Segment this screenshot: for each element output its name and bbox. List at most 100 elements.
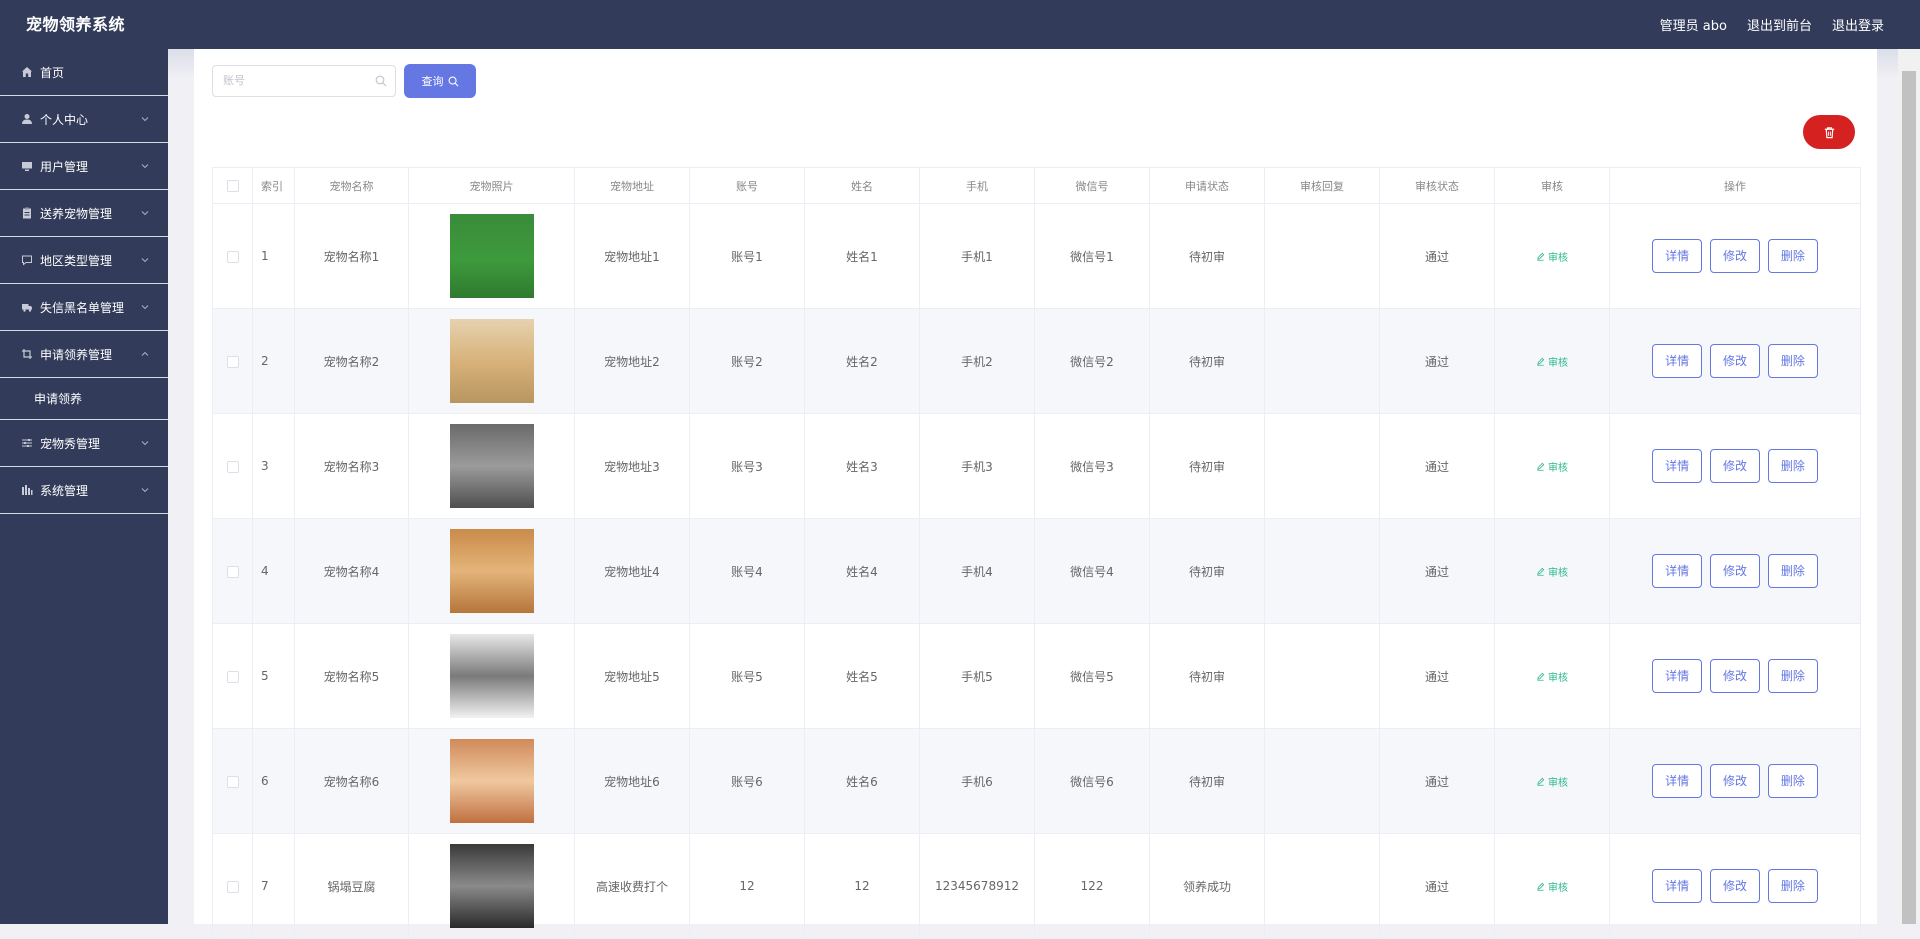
edit-button[interactable]: 修改 (1710, 239, 1760, 273)
column-header: 手机 (919, 167, 1035, 204)
row-select-cell (212, 623, 253, 729)
select-all-checkbox[interactable] (226, 180, 239, 192)
detail-button[interactable]: 详情 (1652, 449, 1703, 483)
pet-address-cell: 宠物地址2 (574, 308, 690, 414)
sidebar-item-blacklist[interactable]: 失信黑名单管理 (0, 284, 168, 331)
review-status-cell: 通过 (1379, 308, 1495, 414)
row-checkbox[interactable] (226, 460, 239, 473)
audit-link[interactable]: 审核 (1536, 459, 1568, 474)
account-search-field (212, 65, 396, 97)
sidebar-item-adoption[interactable]: 申请领养管理 (0, 331, 168, 378)
table-row: 7 锅塌豆腐 高速收费打个 12 12 12345678912 122 领养成功… (212, 833, 1861, 939)
sidebar-subitem-label: 申请领养 (34, 392, 83, 406)
edit-button[interactable]: 修改 (1710, 764, 1760, 798)
batch-delete-button[interactable] (1803, 115, 1855, 149)
delete-button[interactable]: 删除 (1767, 659, 1818, 693)
row-checkbox[interactable] (226, 670, 239, 683)
detail-button[interactable]: 详情 (1652, 554, 1703, 588)
sidebar-item-region[interactable]: 地区类型管理 (0, 237, 168, 284)
table-row: 6 宠物名称6 宠物地址6 账号6 姓名6 手机6 微信号6 待初审 通过 审核… (212, 728, 1861, 834)
sidebar-item-profile[interactable]: 个人中心 (0, 96, 168, 143)
apply-status-cell: 待初审 (1149, 623, 1265, 729)
sidebar-item-label: 失信黑名单管理 (40, 300, 125, 315)
detail-button[interactable]: 详情 (1652, 659, 1703, 693)
table-header-row: 索引 宠物名称 宠物照片 宠物地址 账号 姓名 手机 微信号 申请状态 审核回复… (212, 167, 1861, 204)
sidebar-item-users[interactable]: 用户管理 (0, 143, 168, 190)
audit-link-label: 审核 (1548, 567, 1568, 579)
row-checkbox[interactable] (226, 565, 239, 578)
vertical-scrollbar[interactable] (1898, 49, 1920, 924)
column-header: 操作 (1609, 167, 1861, 204)
adoption-table: 索引 宠物名称 宠物照片 宠物地址 账号 姓名 手机 微信号 申请状态 审核回复… (212, 167, 1861, 939)
audit-link[interactable]: 审核 (1536, 249, 1568, 264)
sidebar-item-system[interactable]: 系统管理 (0, 467, 168, 514)
name-cell: 姓名3 (804, 413, 920, 519)
detail-button[interactable]: 详情 (1652, 344, 1703, 378)
wechat-cell: 微信号2 (1034, 308, 1150, 414)
query-button[interactable]: 查询 (404, 64, 476, 98)
pet-photo-cell (408, 623, 575, 729)
sidebar-item-home[interactable]: 首页 (0, 49, 168, 96)
sidebar-item-pet-show[interactable]: 宠物秀管理 (0, 420, 168, 467)
exit-to-front-link[interactable]: 退出到前台 (1747, 15, 1812, 34)
pet-name-cell: 锅塌豆腐 (294, 833, 409, 939)
review-reply-cell (1264, 413, 1380, 519)
edit-button[interactable]: 修改 (1710, 344, 1760, 378)
actions-cell: 详情 修改 删除 (1609, 308, 1861, 414)
pet-photo (449, 424, 534, 508)
edit-button[interactable]: 修改 (1710, 449, 1760, 483)
pet-name-cell: 宠物名称4 (294, 518, 409, 624)
delete-button[interactable]: 删除 (1767, 344, 1818, 378)
phone-cell: 手机6 (919, 728, 1035, 834)
audit-link[interactable]: 审核 (1536, 669, 1568, 684)
pet-photo (449, 634, 534, 718)
edit-button[interactable]: 修改 (1710, 659, 1760, 693)
sidebar-subitem-apply-adoption[interactable]: 申请领养 (0, 378, 168, 420)
scrollbar-thumb[interactable] (1902, 71, 1916, 924)
audit-link[interactable]: 审核 (1536, 774, 1568, 789)
audit-link[interactable]: 审核 (1536, 564, 1568, 579)
actions-cell: 详情 修改 删除 (1609, 623, 1861, 729)
chevron-down-icon (141, 117, 149, 122)
chevron-down-icon (141, 488, 149, 493)
row-checkbox[interactable] (226, 880, 239, 893)
index-cell: 6 (252, 728, 295, 834)
apply-status-cell: 领养成功 (1149, 833, 1265, 939)
detail-button[interactable]: 详情 (1652, 764, 1703, 798)
delete-button[interactable]: 删除 (1767, 449, 1818, 483)
audit-link[interactable]: 审核 (1536, 879, 1568, 894)
index-cell: 4 (252, 518, 295, 624)
column-header: 宠物地址 (574, 167, 690, 204)
delete-button[interactable]: 删除 (1767, 764, 1818, 798)
content-card: 查询 索引 宠物名称 宠物照片 宠物地址 账号 姓名 (194, 49, 1877, 939)
wechat-cell: 微信号3 (1034, 413, 1150, 519)
review-reply-cell (1264, 623, 1380, 729)
detail-button[interactable]: 详情 (1652, 239, 1703, 273)
apply-status-cell: 待初审 (1149, 308, 1265, 414)
pet-address-cell: 宠物地址3 (574, 413, 690, 519)
row-checkbox[interactable] (226, 250, 239, 263)
sidebar-item-pet-rehome[interactable]: 送养宠物管理 (0, 190, 168, 237)
edit-button[interactable]: 修改 (1710, 869, 1760, 903)
delete-button[interactable]: 删除 (1767, 239, 1818, 273)
row-checkbox[interactable] (226, 775, 239, 788)
row-checkbox[interactable] (226, 355, 239, 368)
detail-button[interactable]: 详情 (1652, 869, 1703, 903)
audit-link[interactable]: 审核 (1536, 354, 1568, 369)
audit-cell: 审核 (1494, 413, 1610, 519)
table-row: 3 宠物名称3 宠物地址3 账号3 姓名3 手机3 微信号3 待初审 通过 审核… (212, 413, 1861, 519)
edit-button[interactable]: 修改 (1710, 554, 1760, 588)
pet-photo-cell (408, 728, 575, 834)
delete-button[interactable]: 删除 (1767, 869, 1818, 903)
audit-link-label: 审核 (1548, 357, 1568, 369)
logout-link[interactable]: 退出登录 (1832, 15, 1884, 34)
name-cell: 12 (804, 833, 920, 939)
pet-photo (449, 739, 534, 823)
pet-photo-cell (408, 308, 575, 414)
phone-cell: 手机3 (919, 413, 1035, 519)
delete-button[interactable]: 删除 (1767, 554, 1818, 588)
actions-cell: 详情 修改 删除 (1609, 518, 1861, 624)
review-reply-cell (1264, 203, 1380, 309)
account-search-input[interactable] (213, 66, 363, 96)
name-cell: 姓名4 (804, 518, 920, 624)
